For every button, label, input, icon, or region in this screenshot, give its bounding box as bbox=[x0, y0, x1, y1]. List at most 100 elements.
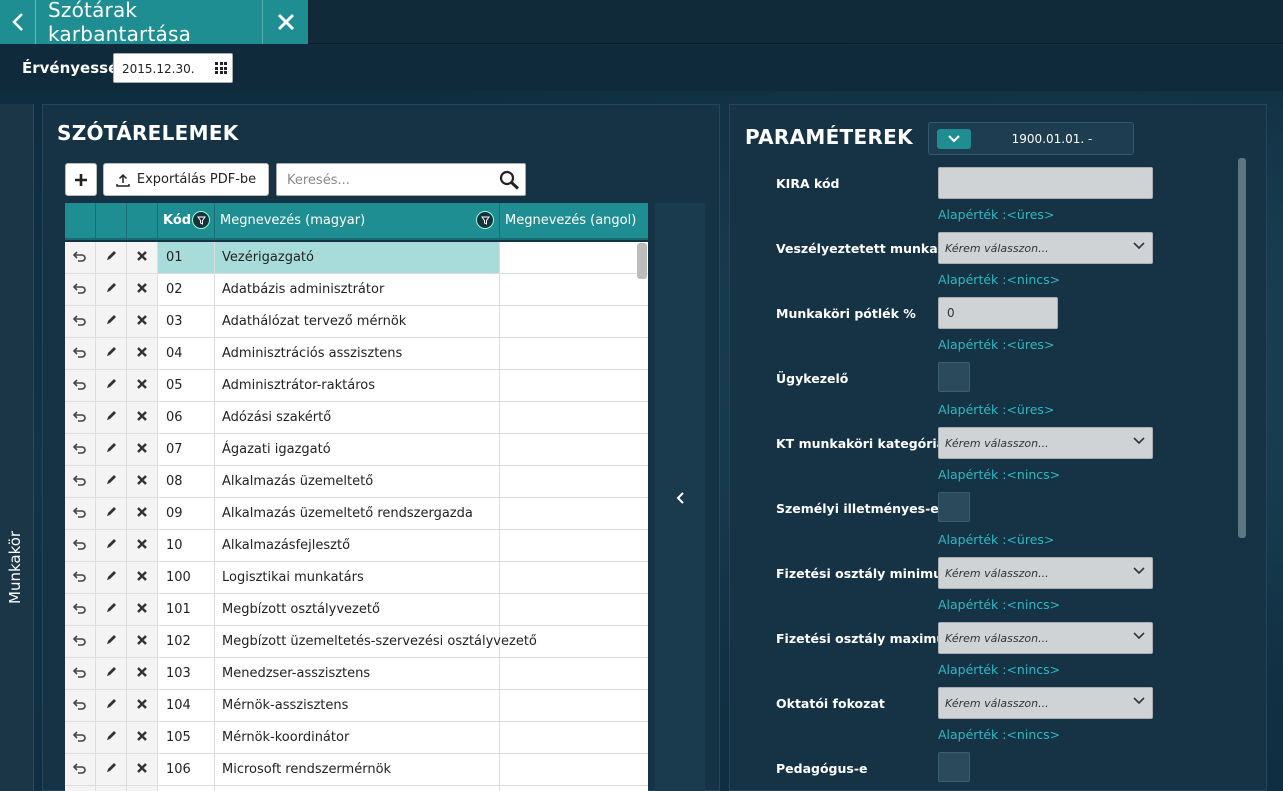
filter-icon[interactable] bbox=[192, 211, 210, 229]
hazard-select[interactable]: Kérem válasszon... bbox=[938, 232, 1153, 264]
delete-button[interactable] bbox=[127, 370, 158, 401]
table-row[interactable]: 07 Ágazati igazgató bbox=[65, 434, 648, 466]
grid-scrollbar[interactable] bbox=[637, 243, 647, 279]
delete-button[interactable] bbox=[127, 338, 158, 369]
restore-button[interactable] bbox=[65, 722, 96, 753]
kira-code-input[interactable] bbox=[938, 167, 1153, 199]
edit-button[interactable] bbox=[96, 306, 127, 337]
delete-button[interactable] bbox=[127, 402, 158, 433]
params-scrollbar[interactable] bbox=[1238, 158, 1246, 538]
edit-button[interactable] bbox=[96, 754, 127, 785]
delete-button[interactable] bbox=[127, 562, 158, 593]
allowance-input[interactable]: 0 bbox=[938, 297, 1058, 329]
paygrade-max-select[interactable]: Kérem válasszon... bbox=[938, 622, 1153, 654]
filter-icon[interactable] bbox=[476, 211, 494, 229]
edit-button[interactable] bbox=[96, 370, 127, 401]
delete-button[interactable] bbox=[127, 306, 158, 337]
delete-button[interactable] bbox=[127, 658, 158, 689]
delete-button[interactable] bbox=[127, 274, 158, 305]
calendar-icon[interactable] bbox=[215, 62, 227, 74]
header-name-en[interactable]: Megnevezés (angol) bbox=[500, 203, 648, 238]
edit-button[interactable] bbox=[96, 690, 127, 721]
add-button[interactable] bbox=[65, 163, 97, 196]
table-row[interactable]: 02 Adatbázis adminisztrátor bbox=[65, 274, 648, 306]
chevron-down-icon[interactable] bbox=[937, 128, 971, 149]
paygrade-min-select[interactable]: Kérem válasszon... bbox=[938, 557, 1153, 589]
search-icon[interactable] bbox=[499, 170, 521, 190]
restore-button[interactable] bbox=[65, 338, 96, 369]
table-row[interactable]: 01 Vezérigazgató bbox=[65, 242, 648, 274]
edit-button[interactable] bbox=[96, 242, 127, 273]
back-button[interactable] bbox=[0, 0, 36, 44]
edit-button[interactable] bbox=[96, 786, 127, 791]
close-button[interactable] bbox=[262, 0, 308, 44]
restore-button[interactable] bbox=[65, 402, 96, 433]
export-pdf-button[interactable]: Exportálás PDF-be bbox=[103, 163, 269, 196]
edit-button[interactable] bbox=[96, 402, 127, 433]
table-row[interactable]: 08 Alkalmazás üzemeltető bbox=[65, 466, 648, 498]
edit-button[interactable] bbox=[96, 274, 127, 305]
version-dropdown[interactable]: 1900.01.01. - bbox=[928, 122, 1134, 155]
table-row[interactable]: 05 Adminisztrátor-raktáros bbox=[65, 370, 648, 402]
delete-button[interactable] bbox=[127, 242, 158, 273]
restore-button[interactable] bbox=[65, 274, 96, 305]
edit-button[interactable] bbox=[96, 498, 127, 529]
edit-button[interactable] bbox=[96, 434, 127, 465]
edit-button[interactable] bbox=[96, 722, 127, 753]
search-input[interactable]: Keresés... bbox=[276, 163, 526, 196]
restore-button[interactable] bbox=[65, 498, 96, 529]
clerk-checkbox[interactable] bbox=[938, 362, 970, 392]
delete-button[interactable] bbox=[127, 690, 158, 721]
side-tab-munkakor[interactable]: Munkakör bbox=[0, 104, 34, 791]
restore-button[interactable] bbox=[65, 562, 96, 593]
pedagogue-checkbox[interactable] bbox=[938, 752, 970, 782]
table-row[interactable]: 104 Mérnök-asszisztens bbox=[65, 690, 648, 722]
validity-date-input[interactable]: 2015.12.30. bbox=[113, 53, 233, 83]
delete-button[interactable] bbox=[127, 594, 158, 625]
table-row[interactable]: 101 Megbízott osztályvezető bbox=[65, 594, 648, 626]
table-row[interactable]: 105 Mérnök-koordinátor bbox=[65, 722, 648, 754]
restore-button[interactable] bbox=[65, 594, 96, 625]
table-row[interactable]: 06 Adózási szakértő bbox=[65, 402, 648, 434]
delete-button[interactable] bbox=[127, 498, 158, 529]
table-row[interactable]: 03 Adathálózat tervező mérnök bbox=[65, 306, 648, 338]
table-row[interactable] bbox=[65, 786, 648, 791]
collapse-panel-button[interactable] bbox=[655, 203, 705, 791]
restore-button[interactable] bbox=[65, 370, 96, 401]
edit-button[interactable] bbox=[96, 338, 127, 369]
restore-button[interactable] bbox=[65, 242, 96, 273]
table-row[interactable]: 102 Megbízott üzemeltetés-szervezési oszt… bbox=[65, 626, 648, 658]
delete-button[interactable] bbox=[127, 722, 158, 753]
edit-button[interactable] bbox=[96, 562, 127, 593]
restore-button[interactable] bbox=[65, 658, 96, 689]
edit-button[interactable] bbox=[96, 466, 127, 497]
delete-button[interactable] bbox=[127, 786, 158, 791]
table-row[interactable]: 100 Logisztikai munkatárs bbox=[65, 562, 648, 594]
delete-button[interactable] bbox=[127, 754, 158, 785]
edit-button[interactable] bbox=[96, 530, 127, 561]
header-name-hu[interactable]: Megnevezés (magyar) bbox=[215, 203, 500, 238]
header-code[interactable]: Kód bbox=[158, 203, 215, 238]
restore-button[interactable] bbox=[65, 306, 96, 337]
delete-button[interactable] bbox=[127, 466, 158, 497]
restore-button[interactable] bbox=[65, 466, 96, 497]
table-row[interactable]: 106 Microsoft rendszermérnök bbox=[65, 754, 648, 786]
table-row[interactable]: 10 Alkalmazásfejlesztő bbox=[65, 530, 648, 562]
table-row[interactable]: 103 Menedzser-asszisztens bbox=[65, 658, 648, 690]
restore-button[interactable] bbox=[65, 626, 96, 657]
edit-button[interactable] bbox=[96, 594, 127, 625]
edit-button[interactable] bbox=[96, 626, 127, 657]
delete-button[interactable] bbox=[127, 530, 158, 561]
personal-pay-checkbox[interactable] bbox=[938, 492, 970, 522]
delete-button[interactable] bbox=[127, 434, 158, 465]
restore-button[interactable] bbox=[65, 786, 96, 791]
table-row[interactable]: 04 Adminisztrációs asszisztens bbox=[65, 338, 648, 370]
edit-button[interactable] bbox=[96, 658, 127, 689]
table-row[interactable]: 09 Alkalmazás üzemeltető rendszergazda bbox=[65, 498, 648, 530]
teacher-grade-select[interactable]: Kérem válasszon... bbox=[938, 687, 1153, 719]
kt-category-select[interactable]: Kérem válasszon... bbox=[938, 427, 1153, 459]
restore-button[interactable] bbox=[65, 754, 96, 785]
restore-button[interactable] bbox=[65, 690, 96, 721]
restore-button[interactable] bbox=[65, 530, 96, 561]
restore-button[interactable] bbox=[65, 434, 96, 465]
